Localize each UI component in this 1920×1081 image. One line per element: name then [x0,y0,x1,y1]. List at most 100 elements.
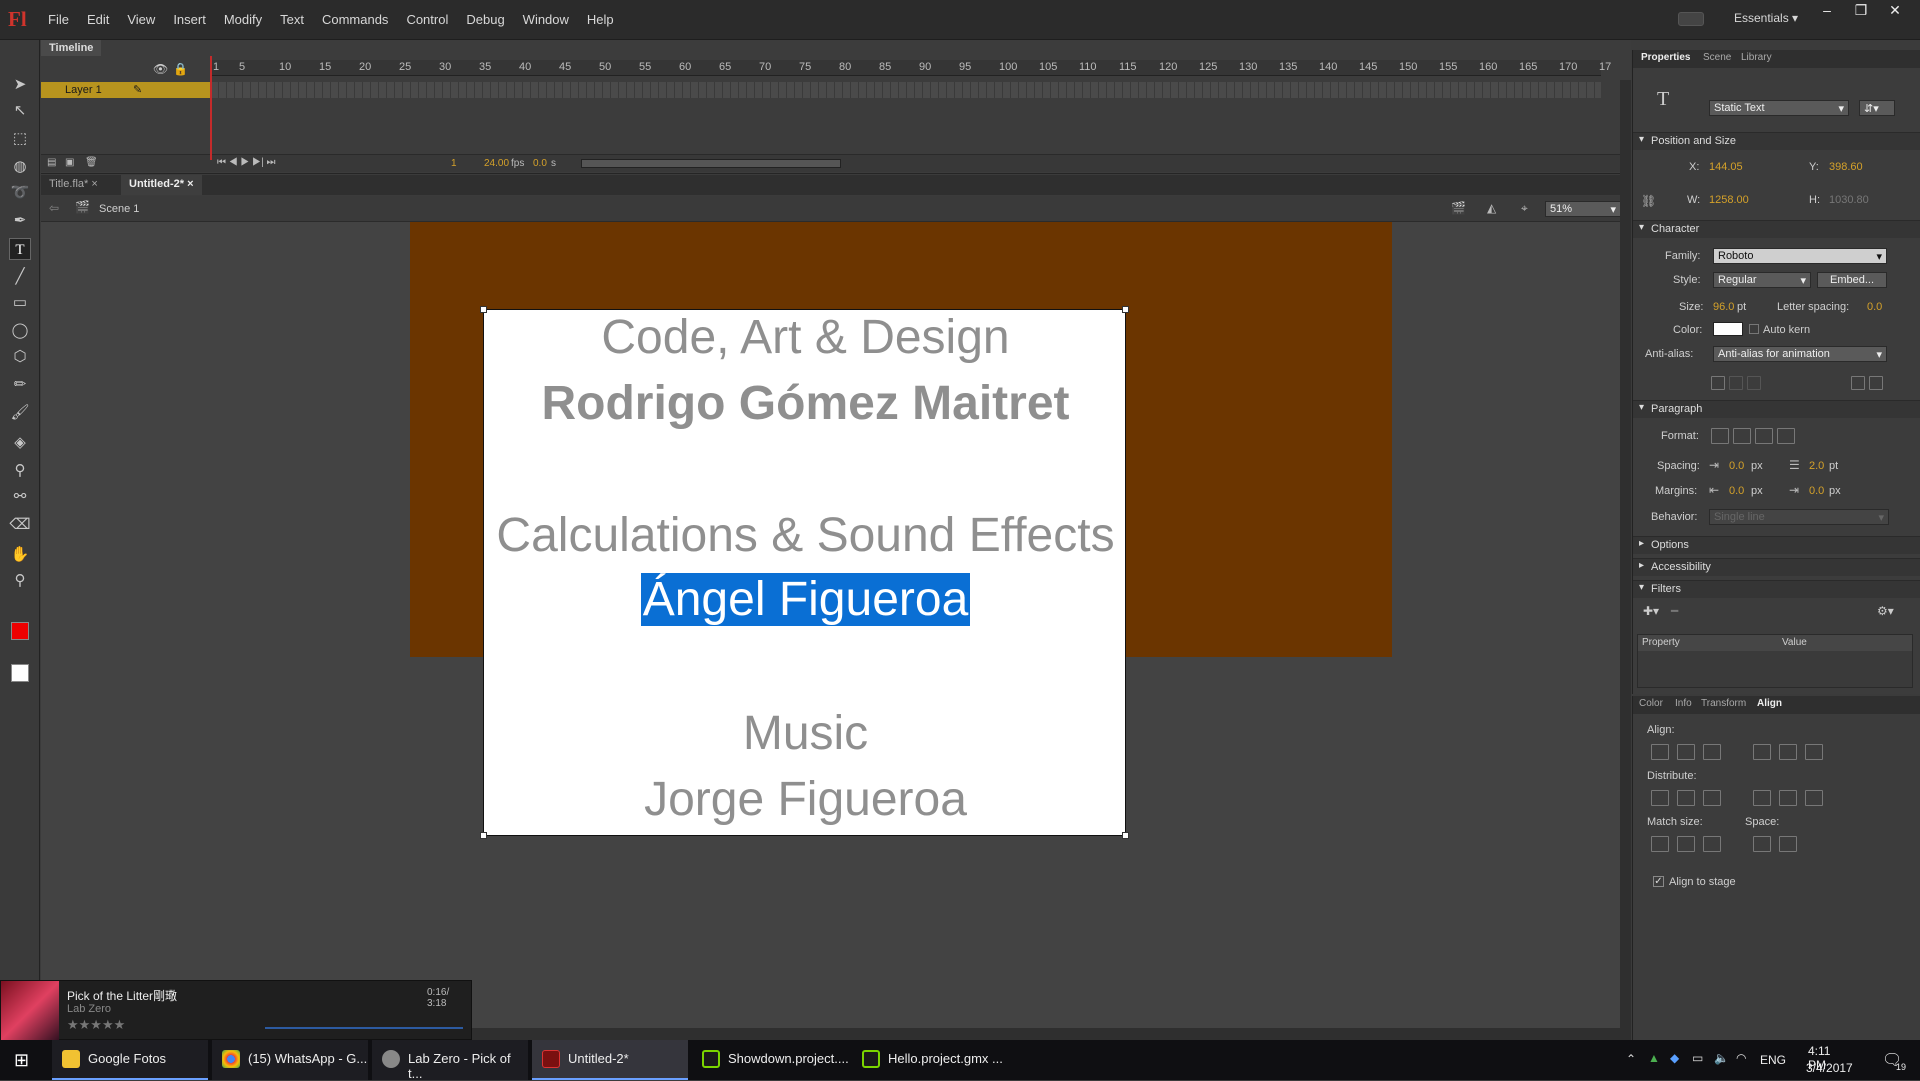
current-frame[interactable]: 1 [451,158,457,169]
pen-tool-icon[interactable]: ✒ [9,210,31,232]
tab-title-fla[interactable]: Title.fla* × [41,175,106,195]
restore-button[interactable]: ❐ [1844,0,1878,22]
match-height-icon[interactable] [1677,836,1695,852]
tab-scene[interactable]: Scene [1703,52,1731,63]
resize-handle-bl[interactable] [480,832,487,839]
tab-info[interactable]: Info [1675,698,1692,709]
credit-line-6[interactable]: Jorge Figueroa [484,772,1127,827]
close-icon[interactable]: × [187,178,193,190]
menu-text[interactable]: Text [280,12,304,27]
new-folder-icon[interactable]: ▣ [65,157,74,168]
battery-icon[interactable]: ▭ [1692,1051,1703,1065]
distribute-right-icon[interactable] [1805,790,1823,806]
lasso-tool-icon[interactable]: ➰ [9,182,31,204]
paint-bucket-tool-icon[interactable]: ◈ [9,432,31,454]
windows-start-icon[interactable]: ⊞ [14,1050,29,1071]
free-transform-tool-icon[interactable]: ⬚ [9,128,31,150]
space-horizontal-icon[interactable] [1779,836,1797,852]
rating-stars-icon[interactable]: ★★★★★ [67,1017,125,1033]
x-value[interactable]: 144.05 [1709,161,1743,173]
resize-handle-br[interactable] [1122,832,1129,839]
tab-library[interactable]: Library [1741,52,1772,63]
align-vcenter-icon[interactable] [1779,744,1797,760]
3d-rotation-tool-icon[interactable]: ◍ [9,156,31,178]
playback-progress[interactable] [265,1027,463,1029]
right-margin-value[interactable]: 0.0 [1809,485,1824,497]
section-filters[interactable]: Filters [1633,580,1920,598]
close-icon[interactable]: × [91,178,97,190]
tab-align[interactable]: Align [1757,698,1782,709]
credit-line-3[interactable]: Calculations & Sound Effects [484,508,1127,563]
align-hcenter-icon[interactable] [1677,744,1695,760]
align-top-edge-icon[interactable] [1753,744,1771,760]
music-player[interactable]: Pick of the Litter剛璥 Lab Zero ★★★★★ 0:16… [0,980,472,1041]
font-style-select[interactable]: Regular ▾ [1713,272,1811,288]
zoom-tool-icon[interactable]: ⚲ [9,570,31,592]
workspace-switcher[interactable]: Essentials ▾ [1734,11,1798,25]
text-type-select[interactable]: Static Text ▾ [1709,100,1849,116]
timeline-tab[interactable]: Timeline [41,40,102,56]
menu-view[interactable]: View [127,12,155,27]
bone-tool-icon[interactable]: ⚲ [9,460,31,482]
selectable-icon[interactable] [1711,376,1725,390]
credit-line-2[interactable]: Rodrigo Gómez Maitret [484,376,1127,431]
back-arrow-icon[interactable]: ⇦ [49,201,59,215]
menu-control[interactable]: Control [406,12,448,27]
section-position-size[interactable]: Position and Size [1633,132,1920,150]
selection-tool-icon[interactable]: ➤ [9,74,31,96]
resize-handle-tl[interactable] [480,306,487,313]
frame-ruler[interactable]: 1 5 10 15 20 25 30 35 40 45 50 55 60 65 70 75 80 85 90 95 10… [211,60,1611,76]
text-orientation-select[interactable]: ⇵▾ [1859,100,1895,116]
menu-file[interactable]: File [48,12,69,27]
menu-commands[interactable]: Commands [322,12,388,27]
menu-help[interactable]: Help [587,12,614,27]
hand-tool-icon[interactable]: ✋ [9,544,31,566]
drive-icon[interactable]: ▲ [1648,1051,1660,1065]
left-margin-value[interactable]: 0.0 [1729,485,1744,497]
delete-layer-icon[interactable]: 🗑 [85,157,98,168]
superscript-icon[interactable] [1851,376,1865,390]
render-html-icon[interactable] [1729,376,1743,390]
align-left-icon[interactable] [1711,428,1729,444]
playback-controls-icon[interactable]: ⏮ ◀ ▶ ▶| ⏭ [217,157,275,168]
link-icon[interactable]: ⛓ [1641,194,1656,208]
clock-date[interactable]: 3/4/2017 [1806,1061,1853,1075]
align-center-icon[interactable] [1733,428,1751,444]
fps-value[interactable]: 24.00 [484,158,509,169]
distribute-top-icon[interactable] [1651,790,1669,806]
align-right-icon[interactable] [1755,428,1773,444]
remove-filter-icon[interactable]: ━ [1671,604,1678,618]
border-icon[interactable] [1747,376,1761,390]
align-to-stage-checkbox[interactable]: ✓ [1653,876,1664,887]
oval-tool-icon[interactable]: ◯ [9,320,31,342]
subscript-icon[interactable] [1869,376,1883,390]
eraser-tool-icon[interactable]: ⌫ [9,514,31,536]
selected-text[interactable]: Ángel Figueroa [640,573,971,626]
resize-handle-tr[interactable] [1122,306,1129,313]
taskbar-showdown[interactable]: Showdown.project.... [692,1040,849,1080]
subselection-tool-icon[interactable]: ↖ [9,100,31,122]
distribute-left-icon[interactable] [1753,790,1771,806]
line-spacing-value[interactable]: 2.0 [1809,460,1824,472]
credit-line-5[interactable]: Music [484,706,1127,761]
embed-button[interactable]: Embed... [1817,272,1887,288]
justify-icon[interactable] [1777,428,1795,444]
section-paragraph[interactable]: Paragraph [1633,400,1920,418]
taskbar-google-fotos[interactable]: Google Fotos [52,1040,208,1080]
edit-symbol-icon[interactable]: ◭ [1487,201,1496,215]
filter-settings-icon[interactable]: ⚙▾ [1877,604,1894,618]
stroke-color-swatch[interactable] [11,622,29,640]
section-accessibility[interactable]: Accessibility [1633,558,1920,576]
font-family-select[interactable]: Roboto ▾ [1713,248,1887,264]
menu-insert[interactable]: Insert [173,12,206,27]
line-tool-icon[interactable]: ╱ [9,266,31,288]
scene-name[interactable]: Scene 1 [99,203,139,215]
menu-debug[interactable]: Debug [466,12,504,27]
dropbox-icon[interactable]: ◆ [1670,1051,1679,1065]
eye-icon[interactable]: 👁 [153,62,168,76]
stage-vscroll[interactable] [1620,80,1631,1028]
minimize-button[interactable]: – [1810,0,1844,22]
section-options[interactable]: Options [1633,536,1920,554]
tab-transform[interactable]: Transform [1701,698,1746,709]
add-filter-icon[interactable]: ✚▾ [1643,604,1659,618]
